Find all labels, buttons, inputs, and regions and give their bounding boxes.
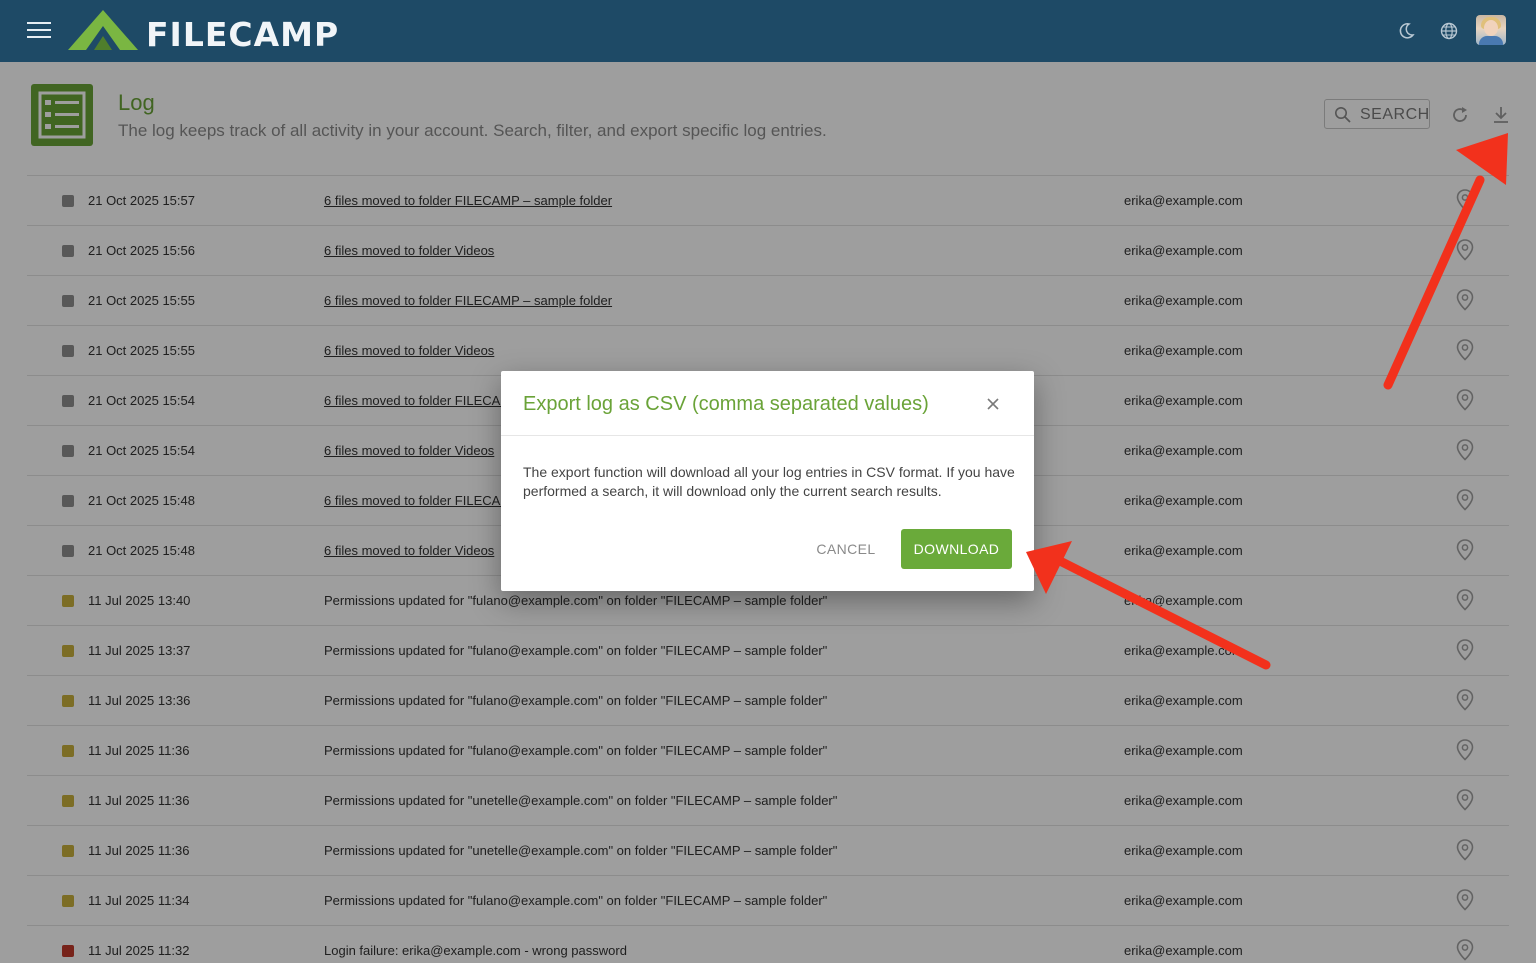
dialog-body: The export function will download all yo… — [523, 464, 1015, 499]
globe-icon[interactable] — [1439, 21, 1459, 41]
dialog-title: Export log as CSV (comma separated value… — [523, 393, 929, 415]
download-button[interactable]: DOWNLOAD — [901, 529, 1012, 569]
moon-icon[interactable] — [1396, 21, 1416, 41]
top-bar: FILECAMP — [0, 0, 1536, 62]
cancel-button[interactable]: CANCEL — [803, 529, 889, 569]
logo-icon — [68, 10, 138, 50]
export-csv-dialog: Export log as CSV (comma separated value… — [501, 371, 1034, 591]
brand-logo-text: FILECAMP — [146, 15, 340, 54]
dialog-divider — [501, 435, 1034, 436]
close-icon[interactable] — [984, 395, 1002, 413]
user-avatar[interactable] — [1476, 15, 1506, 45]
hamburger-icon[interactable] — [27, 22, 51, 40]
